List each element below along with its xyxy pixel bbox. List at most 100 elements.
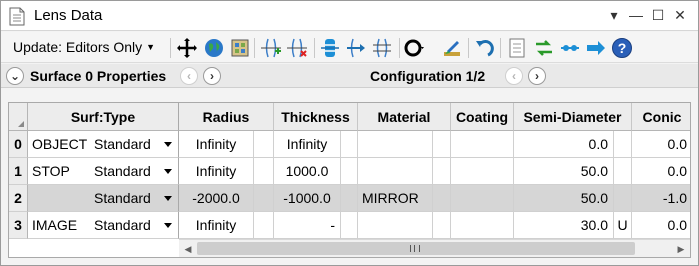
surface-properties-label[interactable]: Surface 0 Properties <box>30 68 166 84</box>
thickness-solve-cell[interactable] <box>341 212 358 239</box>
scrollbar-thumb[interactable] <box>197 242 635 255</box>
ring-dropdown-icon[interactable] <box>404 37 426 59</box>
dropdown-arrow-icon[interactable] <box>164 142 172 147</box>
material-cell[interactable] <box>358 131 433 158</box>
material-solve-cell[interactable] <box>433 185 451 212</box>
coating-cell[interactable] <box>451 185 514 212</box>
dropdown-arrow-icon[interactable] <box>164 196 172 201</box>
next-config-button[interactable]: › <box>528 67 546 85</box>
thickness-cell[interactable]: Infinity <box>274 131 341 158</box>
dropdown-arrow-icon[interactable] <box>164 169 172 174</box>
maximize-button[interactable]: ☐ <box>647 4 669 26</box>
scroll-left-icon[interactable]: ◀ <box>182 243 194 255</box>
semi-diameter-solve-cell[interactable]: U <box>614 212 632 239</box>
column-header-radius[interactable]: Radius <box>179 103 274 131</box>
material-cell[interactable]: MIRROR <box>358 185 433 212</box>
surface-type-dropdown[interactable]: Standard <box>90 158 179 185</box>
semi-diameter-cell[interactable]: 0.0 <box>514 131 614 158</box>
surface-type-dropdown[interactable]: Standard <box>90 185 179 212</box>
undo-icon[interactable] <box>473 37 495 59</box>
surface-type-dropdown[interactable]: Standard <box>90 212 179 239</box>
chevron-left-icon: ‹ <box>512 69 516 83</box>
insert-surface-icon[interactable] <box>260 37 282 59</box>
semi-diameter-solve-cell[interactable] <box>614 131 632 158</box>
column-header-semi-diameter[interactable]: Semi-Diameter <box>514 103 632 131</box>
thickness-cell[interactable]: -1000.0 <box>274 185 341 212</box>
thickness-cell[interactable]: - <box>274 212 341 239</box>
double-arrow-icon[interactable] <box>533 37 555 59</box>
radius-cell[interactable]: Infinity <box>179 131 254 158</box>
bolt-icon[interactable] <box>319 37 341 59</box>
coating-cell[interactable] <box>451 212 514 239</box>
previous-surface-button[interactable]: ‹ <box>180 67 198 85</box>
thickness-solve-cell[interactable] <box>341 131 358 158</box>
table-row[interactable]: 1 STOP Standard Infinity 1000.0 50.0 0.0 <box>9 158 690 185</box>
minimize-button[interactable]: — <box>625 4 647 26</box>
comment-cell[interactable]: IMAGE <box>28 212 90 239</box>
semi-diameter-solve-cell[interactable] <box>614 185 632 212</box>
horizontal-scrollbar[interactable]: ◀ ▶ <box>179 239 690 257</box>
link-icon[interactable] <box>559 37 581 59</box>
globe-icon[interactable] <box>203 37 225 59</box>
comment-cell[interactable]: STOP <box>28 158 90 185</box>
coating-cell[interactable] <box>451 131 514 158</box>
row-number[interactable]: 3 <box>9 212 28 239</box>
radius-cell[interactable]: -2000.0 <box>179 185 254 212</box>
column-header-thickness[interactable]: Thickness <box>274 103 358 131</box>
semi-diameter-cell[interactable]: 50.0 <box>514 185 614 212</box>
table-row[interactable]: 0 OBJECT Standard Infinity Infinity 0.0 … <box>9 131 690 158</box>
material-solve-cell[interactable] <box>433 158 451 185</box>
radius-solve-cell[interactable] <box>254 212 274 239</box>
surface-type-dropdown[interactable]: Standard <box>90 131 179 158</box>
radius-cell[interactable]: Infinity <box>179 212 254 239</box>
window-menu-button[interactable]: ▾ <box>603 4 625 26</box>
column-header-conic[interactable]: Conic <box>632 103 690 131</box>
tilt-icon[interactable] <box>371 37 393 59</box>
scroll-right-icon[interactable]: ▶ <box>675 243 687 255</box>
column-header-surf-type[interactable]: Surf:Type <box>28 103 179 131</box>
semi-diameter-cell[interactable]: 50.0 <box>514 158 614 185</box>
previous-config-button[interactable]: ‹ <box>505 67 523 85</box>
help-icon[interactable]: ? <box>611 37 633 59</box>
dropdown-arrow-icon[interactable] <box>164 223 172 228</box>
update-mode-dropdown[interactable]: Update: Editors Only ▼ <box>13 39 155 55</box>
material-cell[interactable] <box>358 212 433 239</box>
comment-cell[interactable]: OBJECT <box>28 131 90 158</box>
material-cell[interactable] <box>358 158 433 185</box>
row-number[interactable]: 1 <box>9 158 28 185</box>
thickness-solve-cell[interactable] <box>341 185 358 212</box>
expand-properties-button[interactable]: ⌄ <box>6 67 24 85</box>
semi-diameter-solve-cell[interactable] <box>614 158 632 185</box>
conic-cell[interactable]: 0.0 <box>632 158 690 185</box>
column-header-coating[interactable]: Coating <box>451 103 514 131</box>
material-solve-cell[interactable] <box>433 131 451 158</box>
row-number[interactable]: 0 <box>9 131 28 158</box>
map-icon[interactable] <box>229 37 251 59</box>
column-header-material[interactable]: Material <box>358 103 451 131</box>
row-number[interactable]: 2 <box>9 185 28 212</box>
notes-icon[interactable] <box>506 37 528 59</box>
radius-solve-cell[interactable] <box>254 131 274 158</box>
table-row[interactable]: 3 IMAGE Standard Infinity - 30.0 U 0.0 <box>9 212 690 239</box>
radius-solve-cell[interactable] <box>254 185 274 212</box>
radius-cell[interactable]: Infinity <box>179 158 254 185</box>
conic-cell[interactable]: -1.0 <box>632 185 690 212</box>
arrow-into-icon[interactable] <box>345 37 367 59</box>
delete-surface-icon[interactable] <box>286 37 308 59</box>
conic-cell[interactable]: 0.0 <box>632 212 690 239</box>
thickness-solve-cell[interactable] <box>341 158 358 185</box>
coating-cell[interactable] <box>451 158 514 185</box>
move-icon[interactable] <box>176 37 198 59</box>
toolbar-separator <box>500 38 501 58</box>
thickness-cell[interactable]: 1000.0 <box>274 158 341 185</box>
semi-diameter-cell[interactable]: 30.0 <box>514 212 614 239</box>
table-row[interactable]: 2 Standard -2000.0 -1000.0 MIRROR 50.0 -… <box>9 185 690 212</box>
close-button[interactable]: ✕ <box>669 4 691 26</box>
right-arrow-icon[interactable] <box>585 37 607 59</box>
radius-solve-cell[interactable] <box>254 158 274 185</box>
next-surface-button[interactable]: › <box>203 67 221 85</box>
paint-icon[interactable] <box>441 37 463 59</box>
material-solve-cell[interactable] <box>433 212 451 239</box>
conic-cell[interactable]: 0.0 <box>632 131 690 158</box>
comment-cell[interactable] <box>28 185 90 212</box>
